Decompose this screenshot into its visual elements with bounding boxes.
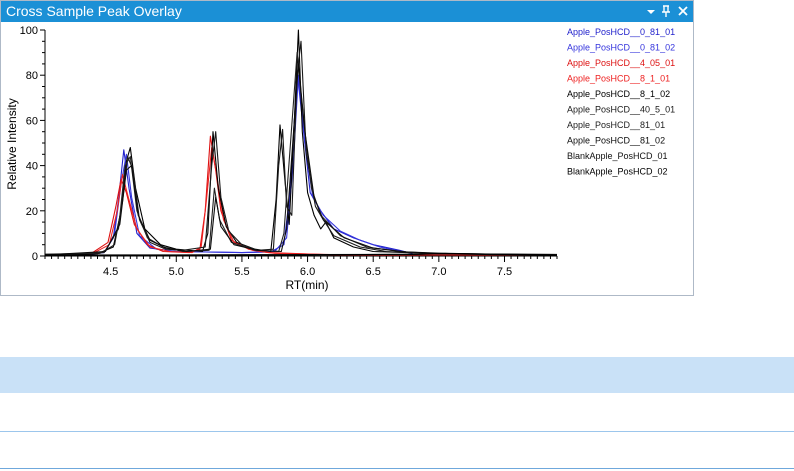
- peak-overlay-panel: Cross Sample Peak Overlay 0 20 40 60 80 100 4.…: [0, 0, 694, 296]
- x-tick-label: 5.5: [234, 266, 249, 278]
- table-row-divider: [0, 468, 794, 469]
- table-row-divider: [0, 431, 794, 432]
- x-tick-label: 6.5: [366, 266, 381, 278]
- series-line-6: [44, 40, 558, 255]
- y-axis-label: Relative Intensity: [5, 98, 19, 189]
- close-icon[interactable]: [675, 2, 691, 20]
- y-tick-label: 20: [26, 206, 38, 218]
- legend-entry: Apple_PosHCD__0_81_01: [567, 27, 675, 37]
- legend-entry: BlankApple_PosHCD_01: [567, 151, 668, 161]
- legend-entry: Apple_PosHCD__81_01: [567, 120, 665, 130]
- y-tick-label: 100: [20, 25, 38, 37]
- legend-entry: Apple_PosHCD__40_5_01: [567, 105, 675, 115]
- legend-entry: Apple_PosHCD__81_02: [567, 136, 665, 146]
- legend-entry: Apple_PosHCD__0_81_02: [567, 43, 675, 53]
- x-axis-label: RT(min): [285, 278, 328, 292]
- series-line-8: [44, 63, 558, 256]
- legend-entry: BlankApple_PosHCD_02: [567, 167, 668, 177]
- series-line-1: [45, 70, 413, 256]
- series-line-5: [44, 29, 558, 256]
- chevron-down-icon[interactable]: [643, 2, 659, 20]
- series-line-2: [45, 74, 407, 256]
- pin-icon[interactable]: [658, 2, 674, 20]
- table-header-row: [0, 357, 794, 393]
- series-line-7: [44, 52, 558, 256]
- x-tick-label: 5.0: [169, 266, 184, 278]
- y-tick-label: 60: [26, 115, 38, 127]
- panel-title: Cross Sample Peak Overlay: [6, 3, 182, 19]
- y-tick-label: 0: [32, 251, 38, 263]
- y-tick-label: 80: [26, 70, 38, 82]
- panel-titlebar: Cross Sample Peak Overlay: [1, 1, 693, 22]
- legend-entry: Apple_PosHCD__4_05_01: [567, 58, 675, 68]
- x-tick-label: 4.5: [103, 266, 118, 278]
- x-tick-label: 7.5: [497, 266, 512, 278]
- x-tick-label: 7.0: [431, 266, 446, 278]
- peak-overlay-chart: 0 20 40 60 80 100 4.5 5.0 5.5 6.0 6.5 7.0 7.5 Apple_…: [5, 25, 675, 292]
- legend-entry: Apple_PosHCD__8_1_02: [567, 89, 670, 99]
- y-tick-label: 40: [26, 161, 38, 173]
- legend-entry: Apple_PosHCD__8_1_01: [567, 74, 670, 84]
- x-tick-label: 6.0: [300, 266, 315, 278]
